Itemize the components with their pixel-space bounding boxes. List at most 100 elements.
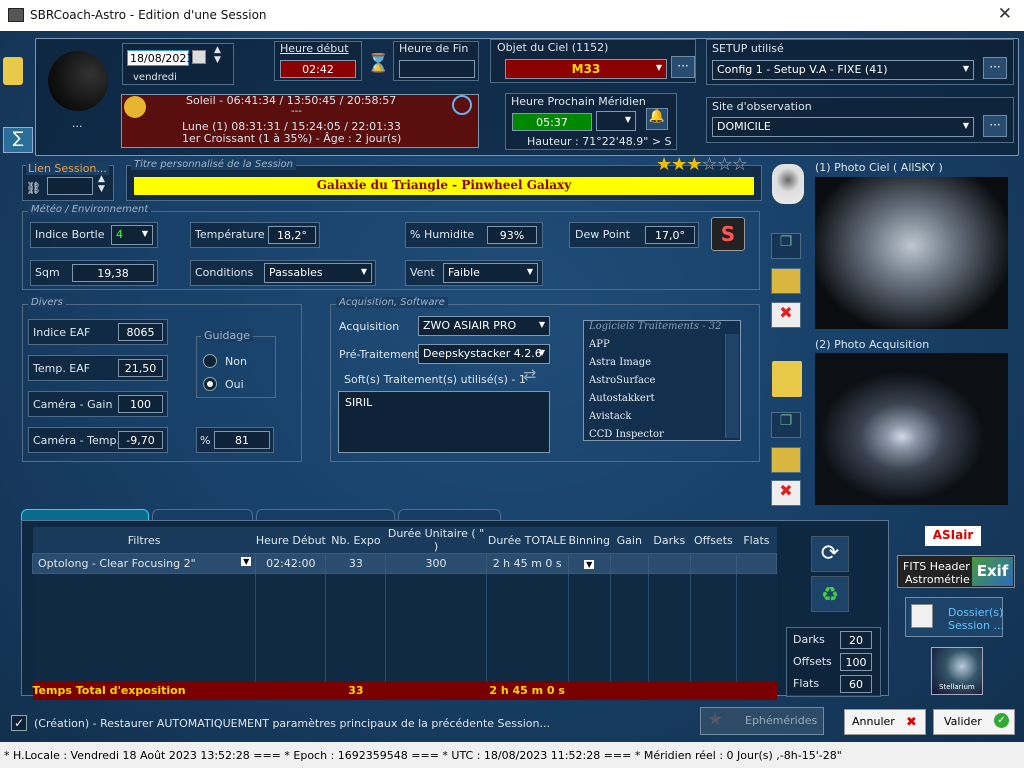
col-gain[interactable]: Gain bbox=[610, 527, 648, 554]
cond-select[interactable]: Passables bbox=[264, 263, 372, 283]
guidage-label: Guidage bbox=[201, 329, 254, 342]
cell-flats[interactable] bbox=[735, 553, 778, 574]
logiciel-item[interactable]: Astra Image bbox=[589, 354, 723, 372]
objet-more-button[interactable]: ··· bbox=[671, 56, 695, 78]
cell-offsets[interactable] bbox=[689, 553, 737, 574]
star-filled[interactable]: ★ bbox=[671, 154, 687, 175]
soft-used-list[interactable]: SIRIL bbox=[338, 391, 550, 453]
titre-input[interactable]: Galaxie du Triangle - Pinwheel Galaxy bbox=[134, 177, 754, 195]
calendar-icon[interactable] bbox=[192, 50, 206, 64]
logiciels-items: APP Astra Image AstroSurface Autostakkert Av… bbox=[589, 336, 723, 444]
logiciel-item[interactable]: APP bbox=[589, 336, 723, 354]
star-empty[interactable]: ☆ bbox=[717, 154, 733, 175]
logiciel-item[interactable]: Avistack bbox=[589, 408, 723, 426]
col-duree-unit[interactable]: Durée Unitaire ( " ) bbox=[386, 527, 486, 554]
lien-session-label[interactable]: Lien Session... bbox=[26, 162, 109, 175]
cell-binning[interactable]: ▼ bbox=[567, 553, 611, 574]
photo-ciel-image[interactable] bbox=[815, 177, 1008, 329]
site-more-button[interactable]: ··· bbox=[983, 115, 1007, 137]
objet-select[interactable]: M33 bbox=[505, 59, 667, 79]
gain-input[interactable]: 100 bbox=[118, 395, 163, 413]
setup-value: Config 1 - Setup V.A - FIXE (41) bbox=[717, 63, 888, 76]
webcam-icon[interactable] bbox=[772, 164, 804, 204]
asiair-logo[interactable]: ASIair bbox=[925, 526, 981, 546]
paste-icon-2[interactable] bbox=[771, 447, 801, 473]
table-row[interactable]: Optolong - Clear Focusing 2" ▼ 02:42:00 3… bbox=[31, 553, 778, 574]
refresh-icon[interactable]: ⟳ bbox=[811, 536, 849, 572]
photo-acq-image[interactable] bbox=[815, 353, 1008, 505]
star-empty[interactable]: ☆ bbox=[732, 154, 748, 175]
cell-heure[interactable]: 02:42:00 bbox=[255, 553, 327, 574]
offsets-input[interactable]: 100 bbox=[840, 653, 872, 671]
col-offsets[interactable]: Offsets bbox=[690, 527, 736, 554]
lien-session-input[interactable] bbox=[47, 177, 93, 195]
col-duree-totale[interactable]: Durée TOTALE bbox=[486, 527, 568, 554]
heure-fin-input[interactable] bbox=[399, 60, 475, 78]
folder-icon[interactable] bbox=[772, 361, 802, 397]
logiciel-item[interactable]: Autostakkert bbox=[589, 390, 723, 408]
acq-select[interactable]: ZWO ASIAIR PRO bbox=[418, 316, 550, 336]
paste-icon[interactable] bbox=[771, 268, 801, 294]
hum-input[interactable]: 93% bbox=[487, 226, 537, 244]
darks-input[interactable]: 20 bbox=[840, 631, 872, 649]
filtre-dropdown-icon[interactable]: ▼ bbox=[241, 557, 252, 566]
sqm-input[interactable]: 19,38 bbox=[72, 264, 154, 282]
logiciels-scrollbar[interactable] bbox=[725, 334, 739, 438]
pct-input[interactable]: 81 bbox=[214, 431, 270, 449]
logiciel-item[interactable]: AstroSurface bbox=[589, 372, 723, 390]
copy-icon-2[interactable]: ❐ bbox=[771, 412, 801, 438]
col-flats[interactable]: Flats bbox=[736, 527, 776, 554]
col-darks[interactable]: Darks bbox=[648, 527, 690, 554]
swap-icon[interactable]: ⇄ bbox=[523, 365, 536, 384]
lien-session-spin[interactable]: ▲ ▼ bbox=[98, 174, 105, 194]
date-input[interactable]: 18/08/2023 bbox=[127, 50, 193, 66]
cell-darks[interactable] bbox=[647, 553, 691, 574]
soft-used-item[interactable]: SIRIL bbox=[345, 396, 372, 409]
radio-non[interactable] bbox=[203, 354, 217, 368]
dew-input[interactable]: 17,0° bbox=[645, 226, 695, 244]
cell-gain[interactable] bbox=[609, 553, 649, 574]
fits-label: FITS Header bbox=[903, 560, 970, 573]
col-nbexpo[interactable]: Nb. Expo bbox=[326, 527, 386, 554]
cell-filtre[interactable]: Optolong - Clear Focusing 2" ▼ bbox=[31, 553, 257, 574]
heure-debut-input[interactable]: 02:42 bbox=[280, 60, 356, 78]
tempeaf-input[interactable]: 21,50 bbox=[118, 359, 163, 377]
notes-icon[interactable] bbox=[3, 57, 23, 85]
pre-select[interactable]: Deepskystacker 4.2.6 bbox=[418, 344, 550, 364]
col-filtres[interactable]: Filtres bbox=[33, 527, 256, 554]
vent-select[interactable]: Faible bbox=[443, 263, 538, 283]
sum-icon[interactable]: ∑ bbox=[3, 127, 33, 153]
cell-nbexpo[interactable]: 33 bbox=[325, 553, 387, 574]
star-empty[interactable]: ☆ bbox=[701, 154, 717, 175]
site-select[interactable]: DOMICILE bbox=[712, 117, 974, 137]
copy-icon[interactable]: ❐ bbox=[771, 233, 801, 259]
close-icon[interactable]: ✕ bbox=[998, 4, 1012, 24]
astro-label: Astrométrie bbox=[905, 573, 970, 586]
setup-more-button[interactable]: ··· bbox=[983, 57, 1007, 79]
bell-icon[interactable]: 🔔 bbox=[646, 108, 668, 130]
star-filled[interactable]: ★ bbox=[656, 154, 672, 175]
date-spin[interactable]: ▲ ▼ bbox=[214, 45, 221, 65]
cell-duree-totale[interactable]: 2 h 45 m 0 s bbox=[485, 553, 569, 574]
star-filled[interactable]: ★ bbox=[686, 154, 702, 175]
binning-dropdown-icon[interactable]: ▼ bbox=[584, 560, 595, 569]
weather-app-icon[interactable]: S bbox=[711, 217, 745, 251]
bortle-select[interactable]: 4 bbox=[111, 225, 153, 245]
restore-checkbox[interactable]: ✓ bbox=[11, 715, 27, 731]
delete-icon-2[interactable]: ✖ bbox=[771, 480, 801, 506]
delete-icon[interactable]: ✖ bbox=[771, 302, 801, 328]
ctemp-input[interactable]: -9,70 bbox=[118, 431, 163, 449]
col-heure[interactable]: Heure Début bbox=[256, 527, 326, 554]
col-binning[interactable]: Binning bbox=[568, 527, 610, 554]
rating-stars[interactable]: ★★★☆☆☆ bbox=[656, 154, 748, 175]
setup-select[interactable]: Config 1 - Setup V.A - FIXE (41) bbox=[712, 60, 974, 80]
logiciel-item[interactable]: CCD Inspector bbox=[589, 426, 723, 444]
eaf-input[interactable]: 8065 bbox=[118, 323, 163, 341]
flats-input[interactable]: 60 bbox=[840, 675, 872, 693]
globe-icon[interactable] bbox=[452, 95, 472, 115]
meridien-select[interactable] bbox=[596, 111, 636, 131]
cell-duree-unit[interactable]: 300 bbox=[385, 553, 487, 574]
temp-input[interactable]: 18,2° bbox=[268, 226, 316, 244]
radio-oui[interactable] bbox=[203, 377, 217, 391]
recycle-icon[interactable]: ♻ bbox=[811, 576, 849, 612]
